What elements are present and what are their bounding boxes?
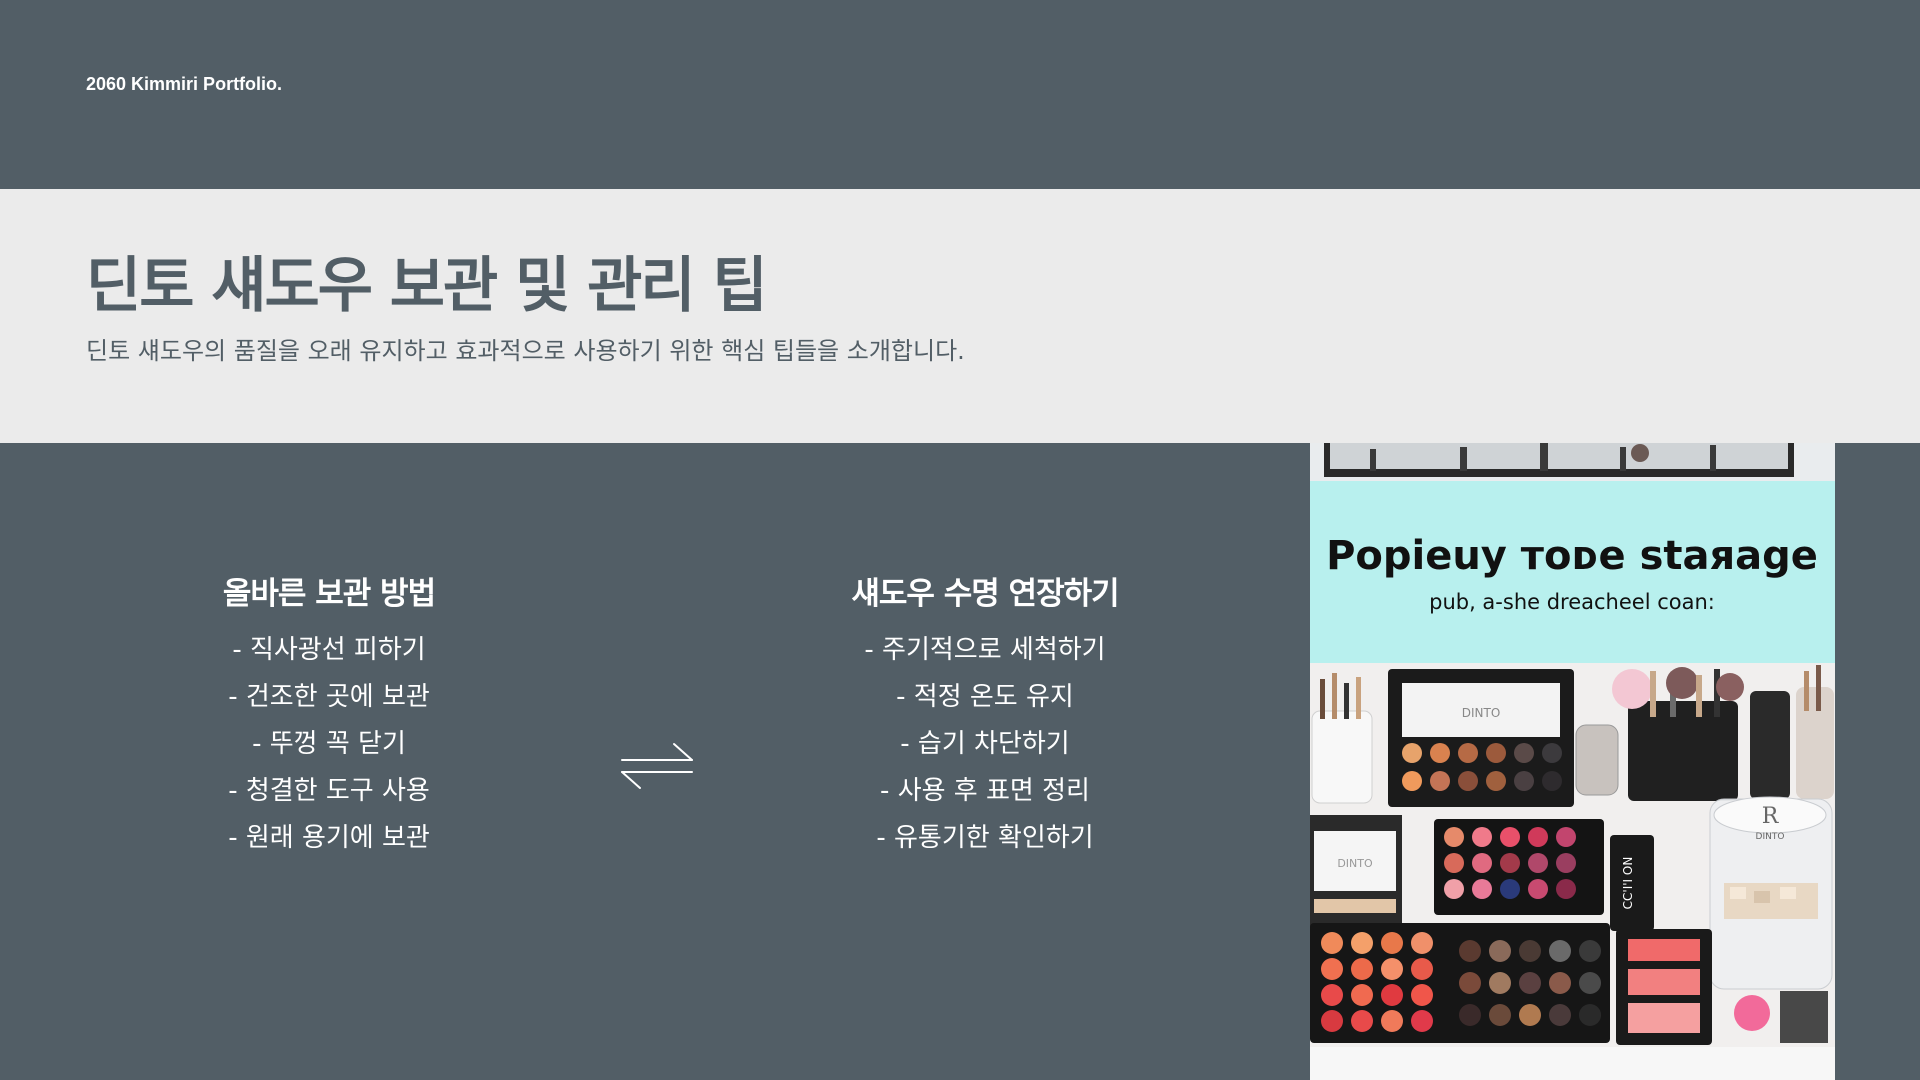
header-band: 딘토 섀도우 보관 및 관리 팁 딘토 섀도우의 품질을 오래 유지하고 효과적… <box>0 189 1920 443</box>
storage-section: 올바른 보관 방법 - 직사광선 피하기 - 건조한 곳에 보관 - 뚜껑 꼭 … <box>99 568 559 862</box>
list-item: - 주기적으로 세척하기 <box>864 635 1106 665</box>
lifespan-list: - 주기적으로 세척하기 - 적정 온도 유지 - 습기 차단하기 - 사용 후… <box>755 627 1215 862</box>
banner-title: Popieuy тоᴅe staяage <box>1326 533 1818 579</box>
lifespan-heading: 섀도우 수명 연장하기 <box>851 576 1119 612</box>
page-subtitle: 딘토 섀도우의 품질을 오래 유지하고 효과적으로 사용하기 위한 핵심 팁들을… <box>86 337 965 365</box>
list-item: - 청결한 도구 사용 <box>228 776 430 806</box>
list-item: - 유통기한 확인하기 <box>876 823 1094 853</box>
makeup-photo-illustration: Popieuy тоᴅe staяage pub, a-she dreachee… <box>1310 443 1835 1080</box>
swap-arrows-icon <box>621 743 693 789</box>
list-item: - 직사광선 피하기 <box>232 635 426 665</box>
list-item: - 적정 온도 유지 <box>896 682 1074 712</box>
lifespan-section: 섀도우 수명 연장하기 - 주기적으로 세척하기 - 적정 온도 유지 - 습기… <box>755 568 1215 862</box>
palette-label: DINTO <box>1337 857 1373 870</box>
list-item: - 건조한 곳에 보관 <box>228 682 430 712</box>
storage-list: - 직사광선 피하기 - 건조한 곳에 보관 - 뚜껑 꼭 닫기 - 청결한 도… <box>99 627 559 862</box>
list-item: - 원래 용기에 보관 <box>228 823 430 853</box>
list-item: - 습기 차단하기 <box>900 729 1070 759</box>
makeup-storage-photo: Popieuy тоᴅe staяage pub, a-she dreachee… <box>1310 443 1835 1080</box>
brand-title: 2060 Kimmiri Portfolio. <box>86 74 283 94</box>
storage-heading: 올바른 보관 방법 <box>222 576 436 612</box>
list-item: - 사용 후 표면 정리 <box>880 776 1090 806</box>
jar-label: R <box>1762 804 1780 829</box>
list-item: - 뚜껑 꼭 닫기 <box>252 729 406 759</box>
palette-label: DINTO <box>1462 706 1501 720</box>
banner-subtitle: pub, a-she dreacheel coan: <box>1429 590 1715 614</box>
box-label: CC'I'I ON <box>1621 857 1635 910</box>
jar-sub-label: DINTO <box>1756 832 1785 842</box>
page-title: 딘토 섀도우 보관 및 관리 팁 <box>86 251 768 321</box>
